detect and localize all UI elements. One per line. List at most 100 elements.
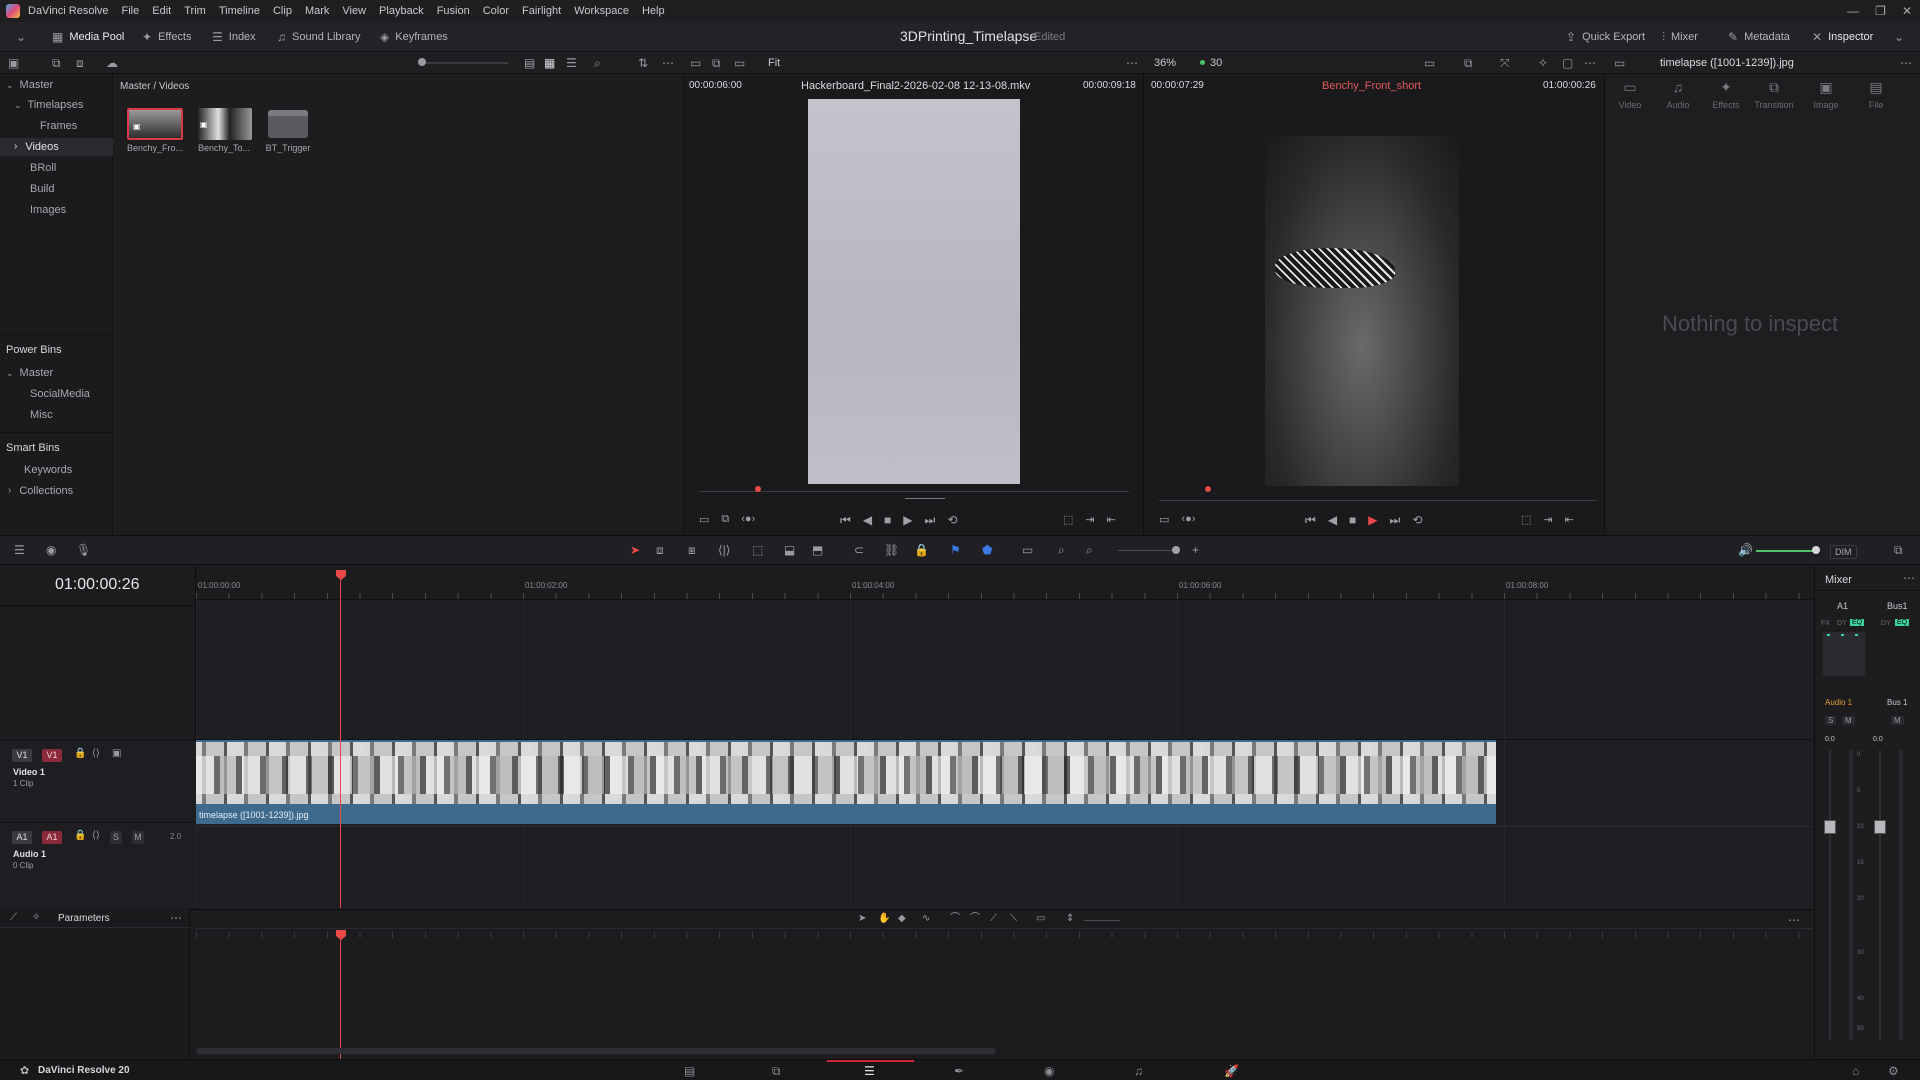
expand-icon[interactable]: ⌄ <box>1894 22 1904 52</box>
play-icon[interactable]: ▶ <box>1368 513 1377 528</box>
clip-thumbnail[interactable]: ▣ <box>127 108 183 140</box>
cut-page-icon[interactable]: ⧉ <box>772 1064 781 1079</box>
effects-button[interactable]: ✦ Effects <box>142 22 192 52</box>
mute-button[interactable]: M <box>1842 716 1855 725</box>
keyframe-add-icon[interactable]: ◆ <box>898 914 906 924</box>
menu-view[interactable]: View <box>342 5 366 17</box>
dynamic-trim-icon[interactable]: ⧆ <box>688 544 696 556</box>
sound-library-button[interactable]: ♫ Sound Library <box>277 22 361 52</box>
smart-bin-collections[interactable]: › Collections <box>0 482 113 500</box>
home-icon[interactable]: ⌂ <box>1852 1064 1859 1078</box>
bin-build[interactable]: Build <box>0 180 113 198</box>
step-icon[interactable]: ⟍ <box>1010 914 1017 924</box>
zoom-slider-handle[interactable] <box>1172 546 1180 554</box>
source-scrubber[interactable] <box>699 491 1129 492</box>
loop-icon[interactable]: ⟲ <box>1412 513 1422 528</box>
volume-slider[interactable] <box>1756 550 1816 552</box>
source-mode-icon[interactable]: ▭ <box>690 57 701 69</box>
insert-icon[interactable]: ⬚ <box>1521 513 1531 526</box>
zoom-custom-icon[interactable]: ⌕ <box>1086 544 1093 556</box>
overlay-icon[interactable]: ⧉ <box>1464 57 1473 69</box>
jog-icon[interactable]: ‹●› <box>1181 513 1195 526</box>
mixer-toggle-icon[interactable]: ⧉ <box>1894 544 1903 556</box>
timeline-clip-name[interactable]: Benchy_Front_short <box>1322 80 1421 92</box>
hand-tool-icon[interactable]: ✋ <box>878 914 890 924</box>
folder-icon[interactable] <box>268 110 308 138</box>
minimize-icon[interactable]: — <box>1847 4 1859 18</box>
inspector-button[interactable]: ✕ Inspector <box>1812 22 1873 52</box>
power-bin-master[interactable]: ⌄ Master <box>0 364 113 382</box>
ease-in-icon[interactable]: ⌒ <box>950 914 960 924</box>
clip-thumbnail[interactable]: ▣ <box>196 108 252 140</box>
settings-gear-icon[interactable]: ⚙ <box>1888 1064 1899 1078</box>
thumb-size-handle[interactable] <box>418 58 426 66</box>
linear-icon[interactable]: ⟋ <box>990 914 997 924</box>
play-icon[interactable]: ▶ <box>903 513 912 528</box>
menu-fusion[interactable]: Fusion <box>437 5 470 17</box>
mute-button[interactable]: M <box>1891 716 1904 725</box>
mute-button[interactable]: M <box>132 831 144 844</box>
bin-frames[interactable]: Frames <box>0 117 113 135</box>
power-bin-socialmedia[interactable]: SocialMedia <box>0 385 113 403</box>
skip-start-icon[interactable]: ⏮ <box>840 513 851 528</box>
auto-select-icon[interactable]: ⟨⟩ <box>92 831 100 841</box>
mark-in-icon[interactable]: ⇥ <box>1543 513 1552 526</box>
overwrite-clip-icon[interactable]: ⬓ <box>784 544 795 556</box>
speaker-icon[interactable]: 🔊 <box>1738 544 1753 556</box>
mark-in-icon[interactable]: ⇥ <box>1085 513 1094 526</box>
dim-button[interactable]: DIM <box>1830 545 1857 559</box>
timeline-view-icon[interactable]: ☰ <box>14 544 25 556</box>
mark-out-icon[interactable]: ⇤ <box>1565 513 1574 526</box>
thumb-size-slider[interactable] <box>418 62 508 64</box>
color-page-icon[interactable]: ◉ <box>1044 1064 1054 1078</box>
smart-bin-icon[interactable]: ⧈ <box>76 57 84 69</box>
bin-master[interactable]: ⌄ Master <box>0 76 113 94</box>
inspector-tab-file[interactable]: ▤ File <box>1852 80 1900 110</box>
lock-icon[interactable]: 🔒 <box>914 544 929 556</box>
safe-area-icon[interactable]: ▭ <box>1424 57 1435 69</box>
timeline-timecode[interactable]: 01:00:00:26 <box>55 576 140 594</box>
pan-control[interactable] <box>1823 632 1865 676</box>
dynamics-slot[interactable]: DY <box>1881 620 1891 627</box>
track-source-badge[interactable]: V1 <box>42 749 62 762</box>
source-playhead[interactable] <box>755 486 761 492</box>
voiceover-icon[interactable]: 🎙 <box>76 544 91 556</box>
flag-icon[interactable]: ⚑ <box>950 544 961 556</box>
keyframe-playhead-handle[interactable] <box>336 930 346 940</box>
cloud-icon[interactable]: ☁ <box>106 57 118 69</box>
more-options-icon[interactable]: ⋯ <box>1788 914 1800 926</box>
inspector-tab-effects[interactable]: ✦ Effects <box>1702 80 1750 110</box>
play-reverse-icon[interactable]: ◀ <box>1328 513 1337 528</box>
menu-workspace[interactable]: Workspace <box>574 5 629 17</box>
more-options-icon[interactable]: ⋯ <box>170 912 182 924</box>
fx-slot[interactable]: FX <box>1821 620 1830 627</box>
zoom-slider[interactable] <box>1118 550 1178 551</box>
curve-editor-icon[interactable]: ⟋ <box>10 913 17 923</box>
more-options-icon[interactable]: ⋯ <box>1126 57 1138 69</box>
maximize-icon[interactable]: ❐ <box>1875 4 1886 18</box>
zoom-fit-dropdown[interactable]: Fit <box>768 57 780 69</box>
mixer-button[interactable]: ⫶ Mixer <box>1662 22 1698 52</box>
bin-videos[interactable]: › Videos <box>0 138 113 156</box>
volume-handle[interactable] <box>1812 546 1820 554</box>
track-destination-badge[interactable]: V1 <box>12 749 32 762</box>
source-video-frame[interactable] <box>808 99 1020 484</box>
trim-tool-icon[interactable]: ⧈ <box>656 544 664 556</box>
insert-icon[interactable]: ⬚ <box>1063 513 1073 526</box>
source-clip-name[interactable]: Hackerboard_Final2-2026-02-08 12-13-08.m… <box>801 80 1030 92</box>
curve-icon[interactable]: ∿ <box>922 914 930 924</box>
menu-edit[interactable]: Edit <box>152 5 171 17</box>
cinema-mode-icon[interactable]: ▭ <box>734 57 745 69</box>
solo-button[interactable]: S <box>1825 716 1837 725</box>
bin-broll[interactable]: BRoll <box>0 159 113 177</box>
search-icon[interactable]: ⌕ <box>594 57 601 69</box>
jog-icon[interactable]: ‹●› <box>741 513 755 526</box>
zoom-level-dropdown[interactable]: 36% <box>1154 57 1176 69</box>
skip-start-icon[interactable]: ⏮ <box>1305 513 1316 528</box>
solo-button[interactable]: S <box>110 831 122 844</box>
marker-icon[interactable]: ⬟ <box>982 544 992 556</box>
keyframe-zoom-slider[interactable] <box>1084 920 1120 921</box>
inspector-tab-image[interactable]: ▣ Image <box>1802 80 1850 110</box>
selection-tool-icon[interactable]: ➤ <box>630 544 640 556</box>
skip-end-icon[interactable]: ⏭ <box>1390 513 1401 528</box>
